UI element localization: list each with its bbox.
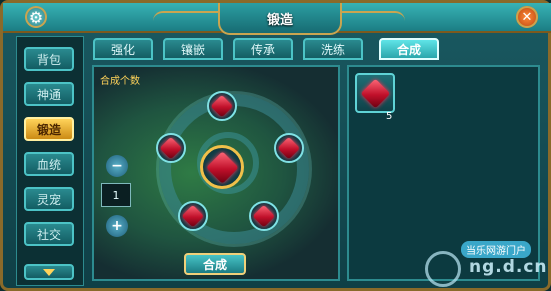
gem-slot-bottom-left[interactable] <box>178 201 208 231</box>
title-ornament-right <box>335 11 405 23</box>
plus-icon: + <box>111 218 123 234</box>
d-logo-icon <box>425 251 461 287</box>
tab-inherit[interactable]: 传承 <box>233 38 293 60</box>
tab-enhance[interactable]: 强化 <box>93 38 153 60</box>
sidebar-item-bag[interactable]: 背包 <box>24 47 74 71</box>
watermark-caption: 当乐网游门户 <box>461 241 531 258</box>
red-gem-icon <box>252 204 276 228</box>
gem-result-slot[interactable] <box>200 145 244 189</box>
close-button[interactable]: ✕ <box>516 6 538 28</box>
sidebar: 背包 神通 锻造 血统 灵宠 社交 <box>16 36 84 286</box>
watermark-text: ng.d.cn <box>469 257 548 277</box>
combine-count-label: 合成个数 <box>100 76 140 87</box>
gem-slot-left[interactable] <box>156 133 186 163</box>
gem-slot-top[interactable] <box>207 91 237 121</box>
red-gem-icon <box>360 78 390 108</box>
tab-inlay[interactable]: 镶嵌 <box>163 38 223 60</box>
tab-refine[interactable]: 洗练 <box>303 38 363 60</box>
combine-panel: 合成个数 − 1 + 合成 <box>92 65 340 281</box>
title-ornament-left <box>153 11 223 23</box>
gem-slot-bottom-right[interactable] <box>249 201 279 231</box>
item-count: 5 <box>386 111 393 122</box>
gem-slot-right[interactable] <box>274 133 304 163</box>
red-gem-icon <box>181 204 205 228</box>
red-gem-icon <box>159 136 183 160</box>
sidebar-item-skills[interactable]: 神通 <box>24 82 74 106</box>
quantity-field[interactable]: 1 <box>101 183 131 207</box>
window-frame: 锻造 ⚙ ✕ 背包 神通 锻造 血统 灵宠 社交 强化 镶嵌 传承 洗练 合成 … <box>0 0 551 291</box>
window-title: 锻造 <box>218 3 342 35</box>
sidebar-scroll-down-button[interactable] <box>24 264 74 280</box>
sidebar-item-social[interactable]: 社交 <box>24 222 74 246</box>
combine-button[interactable]: 合成 <box>184 253 246 275</box>
close-icon: ✕ <box>521 9 533 25</box>
red-gem-icon <box>205 150 239 184</box>
red-gem-icon <box>210 94 234 118</box>
watermark: 当乐网游门户 ng.d.cn <box>425 241 550 291</box>
minus-icon: − <box>111 158 123 174</box>
settings-icon[interactable]: ⚙ <box>25 6 47 28</box>
arrow-down-icon <box>43 268 55 276</box>
sidebar-item-forge[interactable]: 锻造 <box>24 117 74 141</box>
red-gem-icon <box>277 136 301 160</box>
sidebar-item-bloodline[interactable]: 血统 <box>24 152 74 176</box>
inventory-slot[interactable] <box>355 73 395 113</box>
tab-combine[interactable]: 合成 <box>379 38 439 60</box>
sidebar-item-pets[interactable]: 灵宠 <box>24 187 74 211</box>
decrease-button[interactable]: − <box>106 155 128 177</box>
increase-button[interactable]: + <box>106 215 128 237</box>
